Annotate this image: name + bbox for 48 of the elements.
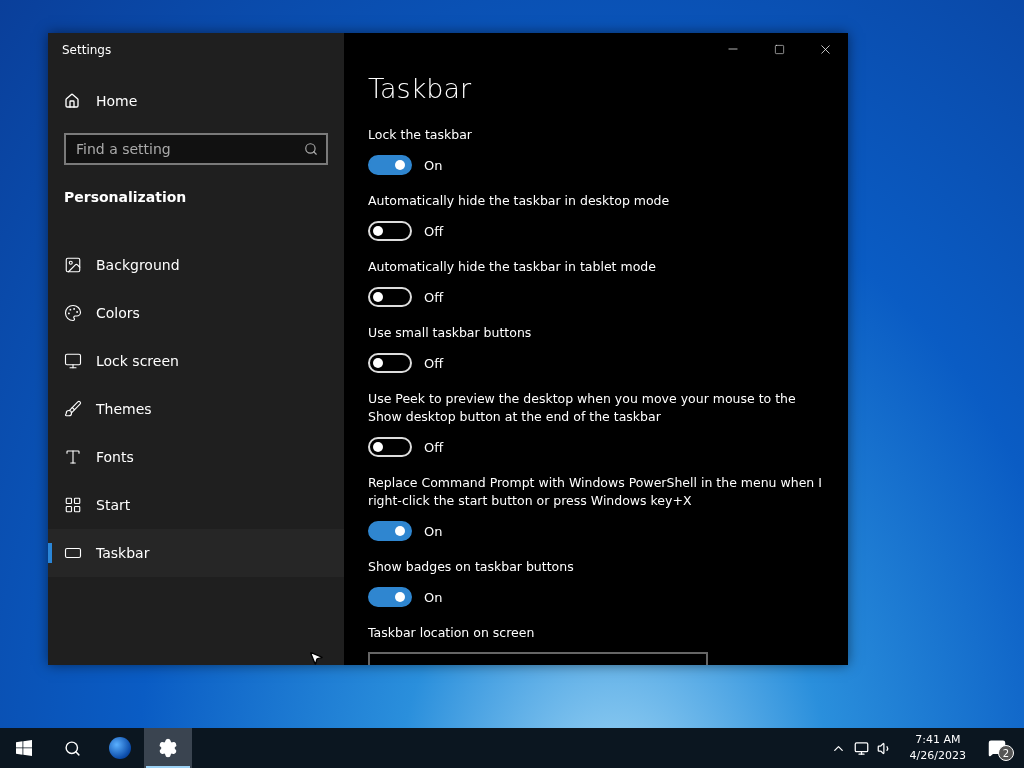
globe-icon — [109, 737, 131, 759]
section-heading: Personalization — [63, 189, 188, 205]
notification-badge: 2 — [998, 745, 1014, 761]
search-icon — [63, 739, 81, 757]
setting-label: Taskbar location on screen — [368, 624, 536, 642]
letter-icon — [64, 448, 82, 466]
cursor-icon — [308, 650, 324, 666]
gear-icon — [158, 738, 178, 758]
sidebar-item[interactable]: Taskbar — [48, 529, 344, 577]
maximize-icon — [773, 43, 785, 55]
setting-label: Automatically hide the taskbar in tablet mode — [368, 258, 657, 276]
toggle-state: On — [424, 157, 443, 173]
toggle-state: On — [424, 523, 443, 539]
sidebar-item[interactable]: Themes — [48, 385, 344, 433]
window-title: Settings — [61, 42, 113, 59]
clock[interactable]: 7:41 AM 4/26/2023 — [909, 732, 966, 764]
brush-icon — [64, 400, 82, 418]
sidebar-item[interactable]: Fonts — [48, 433, 344, 481]
taskbar-app-button[interactable] — [144, 728, 192, 768]
toggle-state: Off — [424, 355, 444, 371]
toggle-switch[interactable] — [368, 521, 412, 541]
sidebar-item[interactable]: Start — [48, 481, 344, 529]
search-icon — [304, 142, 318, 156]
setting-label: Lock the taskbar — [368, 126, 473, 144]
setting-label: Use Peek to preview the desktop when you move your mouse to the Show desktop button at the end of the taskbar — [368, 390, 797, 426]
search-field[interactable]: Find a setting — [64, 133, 328, 165]
image-icon — [64, 256, 82, 274]
toggle-state: Off — [424, 223, 444, 239]
toggle-state: Off — [424, 439, 444, 455]
sidebar-item[interactable]: Colors — [48, 289, 344, 337]
tiles-icon — [64, 496, 82, 514]
toggle-state: Off — [424, 289, 444, 305]
home-link[interactable]: Home — [48, 91, 344, 111]
page-title: Taskbar — [368, 73, 473, 104]
toggle-switch[interactable] — [368, 587, 412, 607]
toggle-state: On — [424, 589, 443, 605]
setting-label: Use small taskbar buttons — [368, 324, 533, 342]
network-icon[interactable] — [853, 740, 869, 756]
sidebar-item[interactable]: Background — [48, 241, 344, 289]
sidebar-item[interactable]: Lock screen — [48, 337, 344, 385]
palette-icon — [64, 304, 82, 322]
monitor-icon — [64, 352, 82, 370]
setting-label: Show badges on taskbar buttons — [368, 558, 575, 576]
toggle-switch[interactable] — [368, 155, 412, 175]
setting-label: Automatically hide the taskbar in desktop mode — [368, 192, 671, 210]
setting-label: Replace Command Prompt with Windows PowerShell in the menu when I right-click the start button or press Windows key+X — [368, 474, 823, 510]
home-icon — [64, 93, 80, 109]
windows-logo-icon — [16, 740, 32, 756]
